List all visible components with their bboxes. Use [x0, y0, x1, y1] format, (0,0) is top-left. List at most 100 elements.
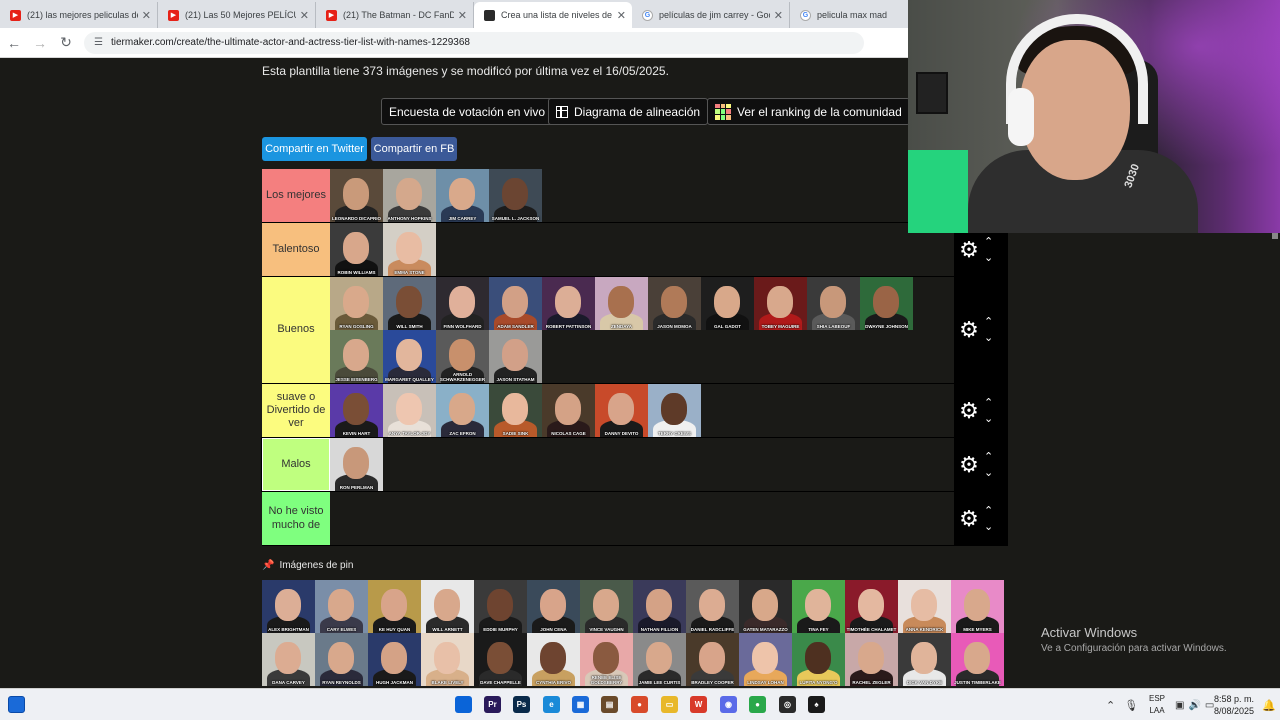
chevron-down-icon[interactable]: ⌄: [984, 330, 993, 346]
browser-tab-5[interactable]: Gpelículas de jim carrey - Google ✕: [632, 2, 790, 28]
browser-tab-2[interactable]: ▶ (21) Las 50 Mejores PELÍCULAS ✕: [158, 2, 316, 28]
site-info-icon[interactable]: ☰: [94, 37, 103, 48]
actor-card-ryan-reynolds[interactable]: Ryan Reynolds: [315, 633, 368, 686]
microphone-icon[interactable]: 🎙: [1124, 699, 1138, 712]
actor-card-anna-kendrick[interactable]: Anna Kendrick: [898, 580, 951, 633]
actor-card-dana-carvey[interactable]: Dana Carvey: [262, 633, 315, 686]
notification-bell-icon[interactable]: 🔔: [1262, 689, 1276, 720]
chevron-up-icon[interactable]: ⌃: [984, 503, 993, 519]
browser-tab-3[interactable]: ▶ (21) The Batman - DC FanDome ✕: [316, 2, 474, 28]
browser-tab-1[interactable]: ▶ (21) las mejores peliculas de los ✕: [0, 2, 158, 28]
chevron-up-icon[interactable]: ⌃: [984, 314, 993, 330]
forward-button[interactable]: →: [28, 31, 52, 55]
tier-label[interactable]: Malos: [261, 437, 331, 492]
obs-icon[interactable]: ◎: [779, 696, 796, 713]
actor-card-emma-stone[interactable]: Emma Stone: [383, 223, 436, 276]
actor-card-john-cena[interactable]: John Cena: [527, 580, 580, 633]
actor-card-hugh-jackman[interactable]: Hugh Jackman: [368, 633, 421, 686]
actor-card-will-smith[interactable]: Will Smith: [383, 277, 436, 330]
share-twitter-button[interactable]: Compartir en Twitter: [262, 137, 367, 161]
actor-card-zac-efron[interactable]: Zac Efron: [436, 384, 489, 437]
actor-card-alex-brightman[interactable]: Alex Brightman: [262, 580, 315, 633]
actor-card-tobey-maguire[interactable]: Tobey Maguire: [754, 277, 807, 330]
actor-card-leonardo-dicaprio[interactable]: Leonardo DiCaprio: [330, 169, 383, 222]
tier-label[interactable]: suave o Divertido de ver: [262, 384, 330, 437]
actor-card-eddie-murphy[interactable]: Eddie Murphy: [474, 580, 527, 633]
actor-card-nathan-fillion[interactable]: Nathan Fillion: [633, 580, 686, 633]
actor-card-robert-pattinson[interactable]: Robert Pattinson: [542, 277, 595, 330]
tab-close-icon[interactable]: ✕: [142, 9, 151, 22]
actor-card-jesse-eisenberg[interactable]: Jesse Eisenberg: [330, 330, 383, 383]
tab-close-icon[interactable]: ✕: [617, 9, 626, 22]
tab-close-icon[interactable]: ✕: [774, 9, 783, 22]
input-language[interactable]: ESP LAA: [1148, 693, 1166, 717]
actor-card-zendaya[interactable]: Zendaya: [595, 277, 648, 330]
actor-card-mike-myers[interactable]: Mike Myers: [951, 580, 1004, 633]
actor-card-margaret-qualley[interactable]: Margaret Qualley: [383, 330, 436, 383]
actor-card-arnold-schwarzenegger[interactable]: Arnold Schwarzenegger: [436, 330, 489, 383]
browser-tab-4[interactable]: Crea una lista de niveles de act ✕: [474, 2, 632, 28]
tab-close-icon[interactable]: ✕: [300, 9, 309, 22]
premiere-icon[interactable]: Pr: [484, 696, 501, 713]
app-icon[interactable]: ♠: [808, 696, 825, 713]
actor-card-jason-momoa[interactable]: Jason Momoa: [648, 277, 701, 330]
tray-status-icons[interactable]: ▣ 🔊 ▭: [1175, 689, 1214, 720]
chevron-up-icon[interactable]: ⌃: [984, 449, 993, 465]
actor-card-shia-labeouf[interactable]: Shia LaBeouf: [807, 277, 860, 330]
edge-icon[interactable]: e: [543, 696, 560, 713]
chevron-down-icon[interactable]: ⌄: [984, 250, 993, 266]
actor-card-bradley-cooper[interactable]: Bradley Cooper: [686, 633, 739, 686]
scrollbar-thumb[interactable]: [1272, 233, 1278, 239]
community-ranking-button[interactable]: Ver el ranking de la comunidad: [707, 98, 910, 125]
tray-chevron-icon[interactable]: ⌃: [1106, 699, 1115, 712]
actor-card-renee-elise-goldsberry[interactable]: Renée Elise Goldsberry: [580, 633, 633, 686]
tier-label[interactable]: Talentoso: [262, 223, 330, 276]
actor-card-kevin-hart[interactable]: Kevin Hart: [330, 384, 383, 437]
live-vote-button[interactable]: Encuesta de votación en vivo: [381, 98, 554, 125]
actor-card-jason-statham[interactable]: Jason Statham: [489, 330, 542, 383]
actor-card-adam-sandler[interactable]: Adam Sandler: [489, 277, 542, 330]
tier-label[interactable]: Los mejores: [262, 169, 330, 222]
office-icon[interactable]: W: [690, 696, 707, 713]
windows-start-icon[interactable]: [455, 696, 472, 713]
chrome-icon[interactable]: ●: [631, 696, 648, 713]
share-facebook-button[interactable]: Compartir en FB: [371, 137, 457, 161]
actor-card-dick-van-dyke[interactable]: Dick Van Dyke: [898, 633, 951, 686]
actor-card-will-arnett[interactable]: Will Arnett: [421, 580, 474, 633]
actor-card-dwayne-johnson[interactable]: Dwayne Johnson: [860, 277, 913, 330]
actor-card-sadie-sink[interactable]: Sadie Sink: [489, 384, 542, 437]
address-bar[interactable]: ☰ tiermaker.com/create/the-ultimate-acto…: [84, 31, 864, 54]
store-icon[interactable]: ▦: [572, 696, 589, 713]
actor-card-dave-chappelle[interactable]: Dave Chappelle: [474, 633, 527, 686]
actor-card-ryan-gosling[interactable]: Ryan Gosling: [330, 277, 383, 330]
actor-card-jamie-lee-curtis[interactable]: Jamie Lee Curtis: [633, 633, 686, 686]
actor-card-rachel-zegler[interactable]: Rachel Zegler: [845, 633, 898, 686]
taskbar-clock[interactable]: 8:58 p. m. 8/08/2025: [1212, 693, 1254, 717]
actor-card-daniel-radcliffe[interactable]: Daniel Radcliffe: [686, 580, 739, 633]
photoshop-icon[interactable]: Ps: [513, 696, 530, 713]
reload-button[interactable]: ↻: [54, 31, 78, 55]
actor-card-danny-devito[interactable]: Danny DeVito: [595, 384, 648, 437]
actor-card-timothee-chalamet[interactable]: Timothée Chalamet: [845, 580, 898, 633]
gear-icon[interactable]: ⚙: [956, 238, 982, 261]
actor-card-samuel-l-jackson[interactable]: Samuel L. Jackson: [489, 169, 542, 222]
actor-card-vince-vaughn[interactable]: Vince Vaughn: [580, 580, 633, 633]
file-explorer-icon[interactable]: ▭: [661, 696, 678, 713]
actor-card-ke-huy-quan[interactable]: Ke Huy Quan: [368, 580, 421, 633]
actor-card-cary-elwes[interactable]: Cary Elwes: [315, 580, 368, 633]
actor-card-finn-wolfhard[interactable]: Finn Wolfhard: [436, 277, 489, 330]
actor-card-blake-lively[interactable]: Blake Lively: [421, 633, 474, 686]
actor-card-terry-crews[interactable]: Terry Crews: [648, 384, 701, 437]
alignment-chart-button[interactable]: Diagrama de alineación: [548, 98, 709, 125]
widgets-icon[interactable]: [8, 696, 25, 713]
chevron-down-icon[interactable]: ⌄: [984, 519, 993, 535]
actor-card-cynthia-erivo[interactable]: Cynthia Erivo: [527, 633, 580, 686]
book-icon[interactable]: ▤: [601, 696, 618, 713]
chrome-icon-2[interactable]: ●: [749, 696, 766, 713]
actor-card-gal-gadot[interactable]: Gal Gadot: [701, 277, 754, 330]
actor-card-robin-williams[interactable]: Robin Williams: [330, 223, 383, 276]
discord-icon[interactable]: ◉: [720, 696, 737, 713]
actor-card-tina-fey[interactable]: Tina Fey: [792, 580, 845, 633]
gear-icon[interactable]: ⚙: [956, 507, 982, 530]
chevron-down-icon[interactable]: ⌄: [984, 411, 993, 427]
